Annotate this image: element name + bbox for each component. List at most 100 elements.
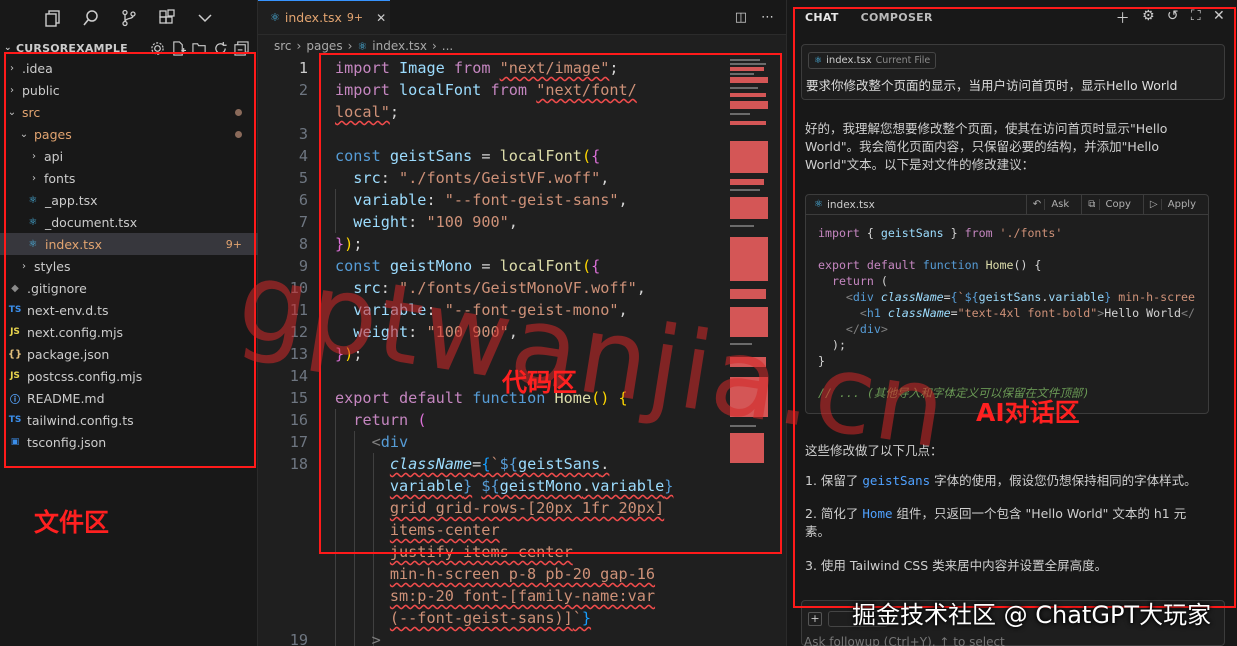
breadcrumb-item[interactable]: index.tsx bbox=[372, 39, 427, 53]
tree-item-label: README.md bbox=[27, 390, 105, 406]
maximize-icon[interactable]: ⛶ bbox=[1191, 8, 1201, 28]
search-icon[interactable] bbox=[82, 9, 100, 27]
tree-item-src[interactable]: ⌄ src bbox=[0, 101, 258, 123]
line-number: 5 bbox=[298, 169, 308, 187]
tree-item-label: next-env.d.ts bbox=[27, 302, 109, 318]
tree-item-tailwind-config[interactable]: TS tailwind.config.ts bbox=[0, 409, 258, 431]
problem-count-badge: 9+ bbox=[225, 237, 242, 251]
apply-label: Apply bbox=[1160, 199, 1202, 210]
line-number: 9 bbox=[298, 257, 308, 275]
tree-item-label: _app.tsx bbox=[45, 192, 98, 208]
tree-item-public[interactable]: › public bbox=[0, 79, 258, 101]
tree-item-app-tsx[interactable]: ⚛ _app.tsx bbox=[0, 189, 258, 211]
tree-item-styles[interactable]: › styles bbox=[0, 255, 258, 277]
new-folder-icon[interactable] bbox=[192, 41, 207, 56]
workspace-title: CURSOREXAMPLE bbox=[16, 41, 128, 55]
javascript-file-icon: JS bbox=[10, 327, 20, 337]
tree-item-next-env[interactable]: TS next-env.d.ts bbox=[0, 299, 258, 321]
add-context-plus-icon[interactable]: + bbox=[808, 612, 822, 626]
ai-chat-panel: CHAT COMPOSER ＋ ⚙ ↺ ⛶ ✕ ⚛ index.tsx Curr… bbox=[786, 0, 1237, 646]
code-line: 1 import Image from "next/image"; bbox=[258, 57, 728, 79]
tree-item-package-json[interactable]: {} package.json bbox=[0, 343, 258, 365]
refresh-icon[interactable] bbox=[213, 41, 228, 56]
tree-item-postcss-config[interactable]: JS postcss.config.mjs bbox=[0, 365, 258, 387]
breadcrumb-item[interactable]: src bbox=[274, 39, 292, 53]
code-region-label: 代码区 bbox=[502, 368, 578, 397]
line-number: 10 bbox=[289, 279, 308, 297]
extensions-icon[interactable] bbox=[158, 9, 176, 27]
chevron-right-icon: › bbox=[347, 39, 353, 53]
files-region-label: 文件区 bbox=[34, 508, 110, 537]
code-block-line: <div className={`${geistSans.variable} m… bbox=[845, 290, 1195, 304]
code-line: 19 > bbox=[258, 629, 728, 646]
settings-gear-icon[interactable]: ⚙ bbox=[1142, 8, 1155, 28]
react-file-icon: ⚛ bbox=[28, 194, 38, 206]
collapse-all-icon[interactable] bbox=[234, 40, 249, 56]
user-message-text: 要求你修改整个页面的显示，当用户访问首页时，显示Hello World bbox=[806, 78, 1178, 93]
tree-item-gitignore[interactable]: ◆ .gitignore bbox=[0, 277, 258, 299]
apply-button[interactable]: ▷ Apply bbox=[1142, 195, 1208, 214]
code-block-header: ⚛ index.tsx ↶ Ask ⧉ Copy ▷ Apply bbox=[806, 195, 1208, 215]
react-file-icon: ⚛ bbox=[357, 39, 368, 53]
split-editor-icon[interactable]: ◫ bbox=[735, 10, 747, 25]
tree-item-idea[interactable]: › .idea bbox=[0, 57, 258, 79]
tree-item-label: next.config.mjs bbox=[27, 324, 124, 340]
history-icon[interactable]: ↺ bbox=[1167, 8, 1179, 28]
tree-item-tsconfig[interactable]: ▣ tsconfig.json bbox=[0, 431, 258, 453]
code-line: 14 bbox=[258, 365, 728, 387]
close-icon[interactable]: ✕ bbox=[1213, 8, 1225, 28]
tree-item-label: public bbox=[22, 82, 60, 98]
tab-chat[interactable]: CHAT bbox=[805, 11, 839, 24]
code-line: 15 export default function Home() { bbox=[258, 387, 728, 409]
tree-item-api[interactable]: › api bbox=[0, 145, 258, 167]
tab-composer[interactable]: COMPOSER bbox=[861, 11, 933, 24]
source-control-icon[interactable] bbox=[120, 9, 138, 27]
tree-item-label: _document.tsx bbox=[45, 214, 138, 230]
tab-problem-badge: 9+ bbox=[346, 11, 364, 24]
breadcrumb-item[interactable]: pages bbox=[306, 39, 342, 53]
editor-actions: ◫ ⋯ bbox=[735, 0, 786, 34]
credit-watermark: 掘金技术社区 @ ChatGPT大玩家 bbox=[852, 601, 1212, 629]
line-number: 2 bbox=[298, 81, 308, 99]
inline-code: geistSans bbox=[862, 473, 931, 488]
tree-item-fonts[interactable]: › fonts bbox=[0, 167, 258, 189]
react-file-icon: ⚛ bbox=[28, 216, 38, 228]
tab-index-tsx[interactable]: ⚛ index.tsx 9+ ✕ bbox=[258, 0, 390, 34]
chat-toolbar: ＋ ⚙ ↺ ⛶ ✕ bbox=[1116, 8, 1237, 28]
editor-tab-bar: ⚛ index.tsx 9+ ✕ ◫ ⋯ bbox=[258, 0, 786, 35]
new-chat-plus-icon[interactable]: ＋ bbox=[1116, 8, 1130, 28]
code-line: grid grid-rows-[20px 1fr 20px] bbox=[389, 499, 665, 517]
code-line: 2 import localFont from "next/font/ bbox=[258, 79, 728, 101]
changes-intro: 这些修改做了以下几点： bbox=[805, 443, 943, 458]
line-number: 3 bbox=[298, 125, 308, 143]
copy-button[interactable]: ⧉ Copy bbox=[1081, 195, 1143, 214]
line-number: 17 bbox=[289, 433, 308, 451]
code-line: 5 src: "./fonts/GeistVF.woff", bbox=[258, 167, 728, 189]
code-line: 12 weight: "100 900", bbox=[258, 321, 728, 343]
tree-item-readme[interactable]: ⓘ README.md bbox=[0, 387, 258, 409]
explorer-header[interactable]: ⌄ CURSOREXAMPLE bbox=[0, 38, 257, 58]
tree-item-pages[interactable]: ⌄ pages bbox=[0, 123, 258, 145]
more-actions-icon[interactable]: ⋯ bbox=[761, 10, 774, 25]
copy-label: Copy bbox=[1098, 199, 1137, 210]
react-file-icon: ⚛ bbox=[270, 11, 280, 24]
breadcrumb-item[interactable]: ... bbox=[442, 39, 453, 53]
current-file-chip[interactable]: ⚛ index.tsx Current File bbox=[808, 52, 937, 69]
ask-button[interactable]: ↶ Ask bbox=[1025, 195, 1081, 214]
files-icon[interactable] bbox=[44, 9, 62, 27]
tree-item-next-config[interactable]: JS next.config.mjs bbox=[0, 321, 258, 343]
new-file-icon[interactable] bbox=[171, 40, 186, 56]
minimap[interactable] bbox=[728, 57, 772, 646]
tree-item-index-tsx[interactable]: ⚛ index.tsx 9+ bbox=[0, 233, 258, 255]
close-icon[interactable]: ✕ bbox=[376, 11, 386, 25]
chevron-right-icon: › bbox=[32, 150, 36, 162]
user-message[interactable]: ⚛ index.tsx Current File 要求你修改整个页面的显示，当用… bbox=[801, 44, 1225, 100]
code-block-line: return ( bbox=[831, 274, 888, 288]
more-chevron-icon[interactable] bbox=[196, 9, 214, 27]
chevron-right-icon: › bbox=[22, 260, 26, 272]
tree-item-label: package.json bbox=[27, 346, 110, 362]
settings-gear-icon[interactable] bbox=[150, 41, 165, 56]
code-block-filename: index.tsx bbox=[826, 198, 875, 211]
code-block-line: ); bbox=[831, 338, 846, 352]
tree-item-document-tsx[interactable]: ⚛ _document.tsx bbox=[0, 211, 258, 233]
